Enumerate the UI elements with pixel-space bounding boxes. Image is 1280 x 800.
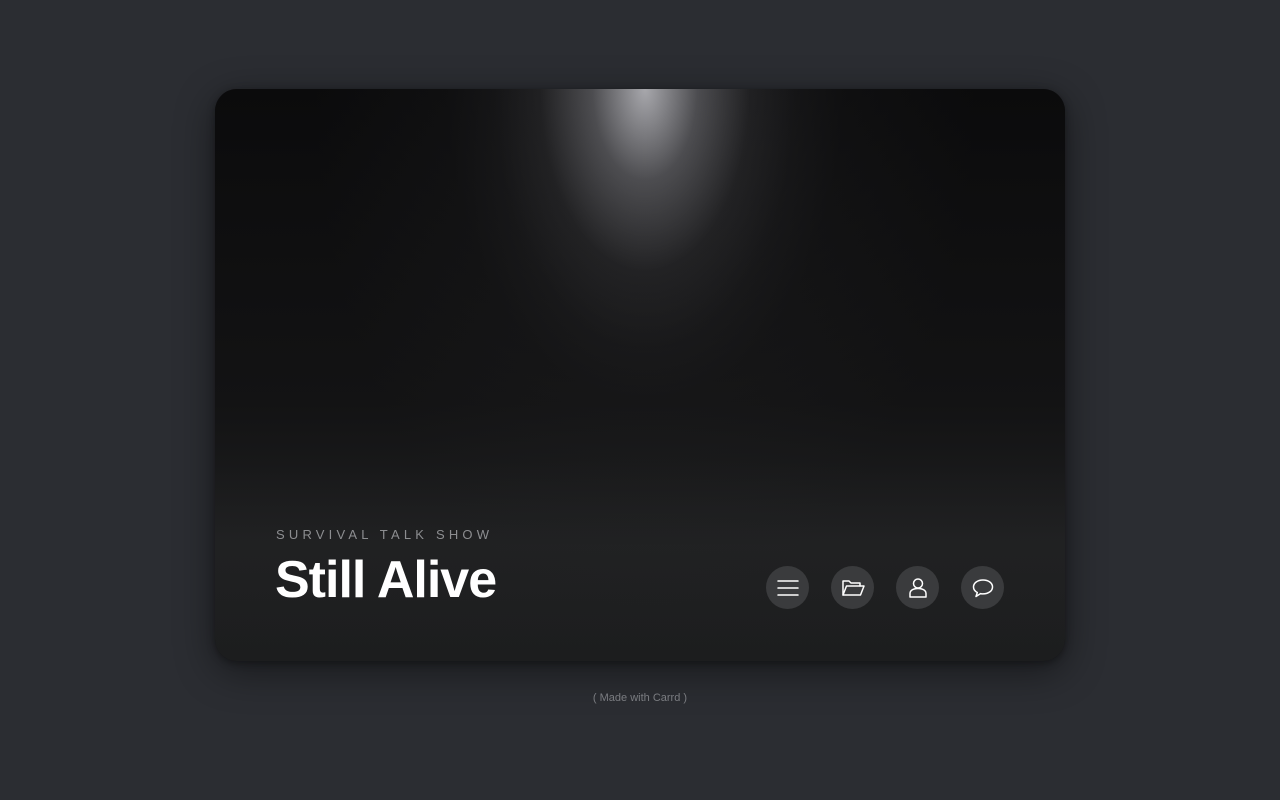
user-icon bbox=[908, 577, 927, 598]
hero-title: Still Alive bbox=[275, 551, 497, 609]
menu-button[interactable] bbox=[766, 566, 809, 609]
menu-icon bbox=[776, 579, 799, 596]
chat-button[interactable] bbox=[961, 566, 1004, 609]
folder-icon bbox=[841, 579, 865, 596]
made-with-carrd-link[interactable]: ( Made with Carrd ) bbox=[0, 692, 1280, 704]
hero-subtitle: SURVIVAL TALK SHOW bbox=[276, 527, 494, 542]
hero-card: SURVIVAL TALK SHOW Still Alive bbox=[215, 89, 1065, 661]
user-button[interactable] bbox=[896, 566, 939, 609]
icon-nav bbox=[766, 566, 1004, 609]
chat-bubble-icon bbox=[972, 578, 993, 597]
folder-button[interactable] bbox=[831, 566, 874, 609]
